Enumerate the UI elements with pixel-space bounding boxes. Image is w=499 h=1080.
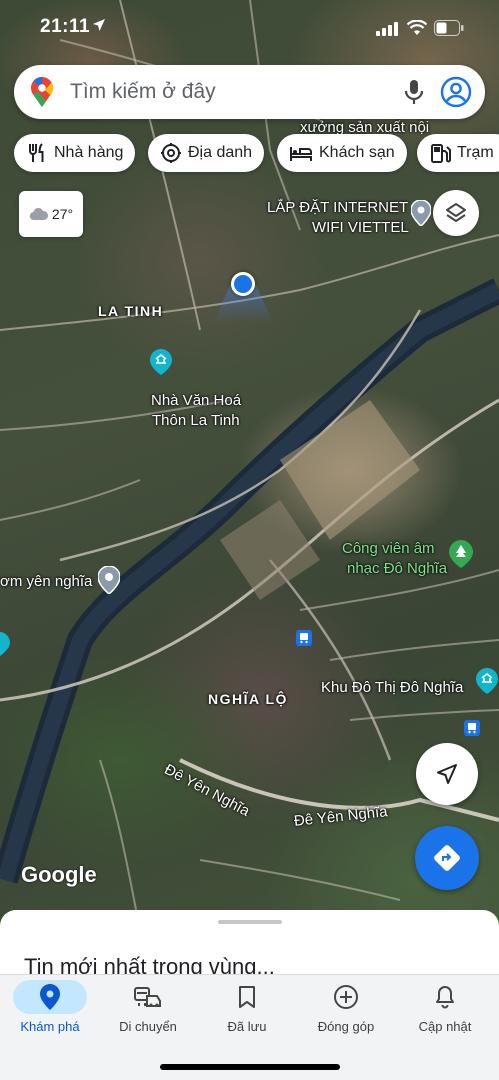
map-label-culture-house-line1[interactable]: Nhà Văn Hoá bbox=[151, 391, 241, 410]
bookmark-icon bbox=[239, 986, 255, 1008]
map-label-la-tinh: LA TINH bbox=[98, 303, 164, 319]
nav-updates[interactable]: Cập nhật bbox=[395, 975, 495, 1045]
weather-badge[interactable]: 27° bbox=[19, 191, 83, 237]
chip-restaurants[interactable]: Nhà hàng bbox=[14, 134, 136, 172]
chip-label: Địa danh bbox=[188, 144, 253, 161]
recenter-button[interactable] bbox=[416, 743, 478, 805]
nav-label: Đã lưu bbox=[227, 1019, 267, 1034]
nav-label: Khám phá bbox=[20, 1019, 80, 1034]
map-label-urban-area[interactable]: Khu Đô Thị Đô Nghĩa bbox=[321, 678, 463, 697]
layers-button[interactable] bbox=[433, 190, 479, 236]
nav-contribute-pill bbox=[309, 980, 383, 1014]
bus-stop-icon[interactable] bbox=[296, 630, 312, 651]
google-maps-pin-icon bbox=[31, 77, 53, 107]
fuel-icon bbox=[431, 144, 451, 163]
nav-saved-pill bbox=[210, 980, 284, 1014]
account-icon[interactable] bbox=[440, 76, 472, 108]
chip-label: Trạm bbox=[457, 144, 494, 161]
nav-commute-pill bbox=[111, 980, 185, 1014]
cell-signal-icon bbox=[376, 22, 398, 36]
fork-knife-icon bbox=[29, 143, 44, 162]
park-tree-icon[interactable] bbox=[449, 540, 473, 573]
explore-pin-icon bbox=[40, 984, 60, 1010]
place-pin-icon[interactable] bbox=[410, 199, 432, 231]
urban-area-icon[interactable] bbox=[476, 668, 498, 699]
directions-button[interactable] bbox=[415, 826, 479, 890]
directions-icon bbox=[434, 845, 460, 871]
status-bar: 21:11 bbox=[0, 0, 499, 56]
commute-icon bbox=[134, 987, 161, 1007]
cloud-icon bbox=[29, 207, 48, 221]
weather-temp: 27° bbox=[51, 206, 74, 222]
edge-poi-icon[interactable] bbox=[0, 632, 10, 661]
map-label-nghia-lo: NGHĨA LỘ bbox=[208, 691, 288, 707]
google-attribution: Google bbox=[21, 862, 97, 887]
status-time: 21:11 bbox=[40, 16, 91, 37]
microphone-icon[interactable] bbox=[403, 78, 425, 106]
map-label-yen-nghia[interactable]: ơm yên nghĩa bbox=[0, 572, 92, 591]
location-arrow-icon bbox=[93, 19, 105, 31]
search-bar[interactable]: Tìm kiếm ở đây bbox=[14, 65, 485, 119]
nav-explore-pill bbox=[13, 980, 87, 1014]
add-circle-icon bbox=[334, 985, 358, 1009]
category-chips: Nhà hàng Địa danh Khách sạn Trạm bbox=[14, 134, 499, 172]
chip-landmarks[interactable]: Địa danh bbox=[148, 134, 265, 172]
nav-contribute[interactable]: Đóng góp bbox=[296, 975, 396, 1045]
map-label-culture-house-line2[interactable]: Thôn La Tinh bbox=[152, 411, 240, 430]
landmark-icon bbox=[161, 143, 181, 163]
sheet-drag-handle[interactable] bbox=[218, 920, 282, 924]
layers-icon bbox=[446, 203, 466, 222]
nav-label: Di chuyển bbox=[119, 1019, 177, 1034]
nav-updates-pill bbox=[408, 980, 482, 1014]
bell-icon bbox=[436, 986, 454, 1009]
nav-explore[interactable]: Khám phá bbox=[0, 975, 100, 1045]
chip-label: Khách sạn bbox=[319, 144, 395, 161]
nav-label: Cập nhật bbox=[418, 1019, 472, 1034]
map-label-internet-line2[interactable]: WIFI VIETTEL bbox=[312, 218, 409, 237]
chip-hotels[interactable]: Khách sạn bbox=[277, 134, 407, 172]
wifi-icon bbox=[407, 20, 427, 35]
map-label-park-line1[interactable]: Công viên âm bbox=[342, 539, 435, 558]
map-label-park-line2[interactable]: nhạc Đô Nghĩa bbox=[347, 559, 447, 578]
map-label-internet-line1[interactable]: LẮP ĐẶT INTERNET bbox=[267, 198, 408, 217]
search-input[interactable]: Tìm kiếm ở đây bbox=[70, 80, 216, 104]
nav-saved[interactable]: Đã lưu bbox=[197, 975, 297, 1045]
nav-commute[interactable]: Di chuyển bbox=[98, 975, 198, 1045]
culture-house-icon[interactable] bbox=[150, 349, 172, 380]
bed-icon bbox=[290, 147, 312, 161]
navigation-arrow-icon bbox=[437, 764, 457, 784]
chip-stations[interactable]: Trạm bbox=[417, 134, 499, 172]
home-indicator[interactable] bbox=[160, 1064, 340, 1070]
current-location-dot[interactable] bbox=[231, 272, 255, 296]
bus-stop-icon[interactable] bbox=[464, 720, 480, 741]
chip-label: Nhà hàng bbox=[54, 144, 124, 161]
battery-icon bbox=[434, 20, 464, 36]
place-pin-icon[interactable] bbox=[97, 565, 121, 599]
nav-label: Đóng góp bbox=[317, 1019, 375, 1034]
